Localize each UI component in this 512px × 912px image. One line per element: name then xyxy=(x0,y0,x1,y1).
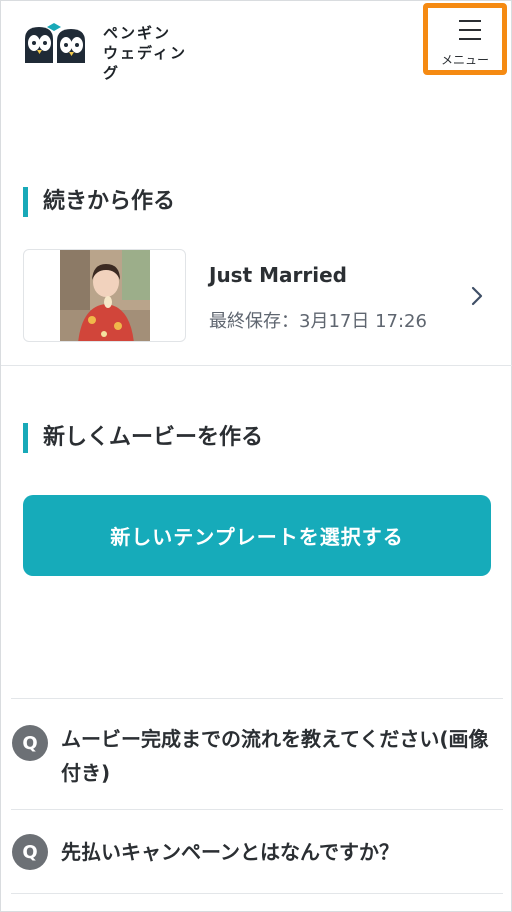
faq-divider xyxy=(11,698,503,699)
menu-label: メニュー xyxy=(440,53,489,67)
header: ペンギン ウェディング メニュー xyxy=(1,1,512,82)
faq-question: 先払いキャンペーンとはなんですか？ xyxy=(61,840,399,864)
brand-logo[interactable]: ペンギン ウェディング xyxy=(23,19,203,82)
chevron-right-icon xyxy=(471,286,483,306)
select-template-button[interactable]: 新しいテンプレートを選択する xyxy=(23,495,491,576)
project-title: Just Married xyxy=(209,263,347,287)
continue-section-heading: 続きから作る xyxy=(23,187,175,217)
project-last-saved: 最終保存：3月17日 17:26 xyxy=(209,311,427,332)
new-section-heading: 新しくムービーを作る xyxy=(23,423,263,453)
project-thumbnail xyxy=(23,249,186,342)
logo-line-2: ウェディング xyxy=(103,44,187,82)
faq-divider xyxy=(11,893,503,894)
question-badge: Q xyxy=(12,725,48,761)
faq-item[interactable]: Q 先払いキャンペーンとはなんですか？ xyxy=(11,823,503,883)
project-thumbnail-image xyxy=(60,250,150,341)
question-badge: Q xyxy=(12,834,48,870)
faq-question: ムービー完成までの流れを教えてください(画像付き) xyxy=(61,727,489,785)
logo-text: ペンギン ウェディング xyxy=(103,23,203,83)
hamburger-icon xyxy=(459,20,481,40)
faq-item[interactable]: Q ムービー完成までの流れを教えてください(画像付き) xyxy=(11,715,503,795)
app-frame: ペンギン ウェディング メニュー 続きから作る Just Married 最終保… xyxy=(0,0,512,912)
menu-button[interactable]: メニュー xyxy=(423,3,507,75)
logo-line-1: ペンギン xyxy=(103,24,172,42)
faq-divider xyxy=(11,809,503,810)
penguin-logo-icon xyxy=(25,23,85,63)
section-divider xyxy=(1,365,512,366)
resume-project-item[interactable]: Just Married 最終保存：3月17日 17:26 xyxy=(1,241,512,351)
